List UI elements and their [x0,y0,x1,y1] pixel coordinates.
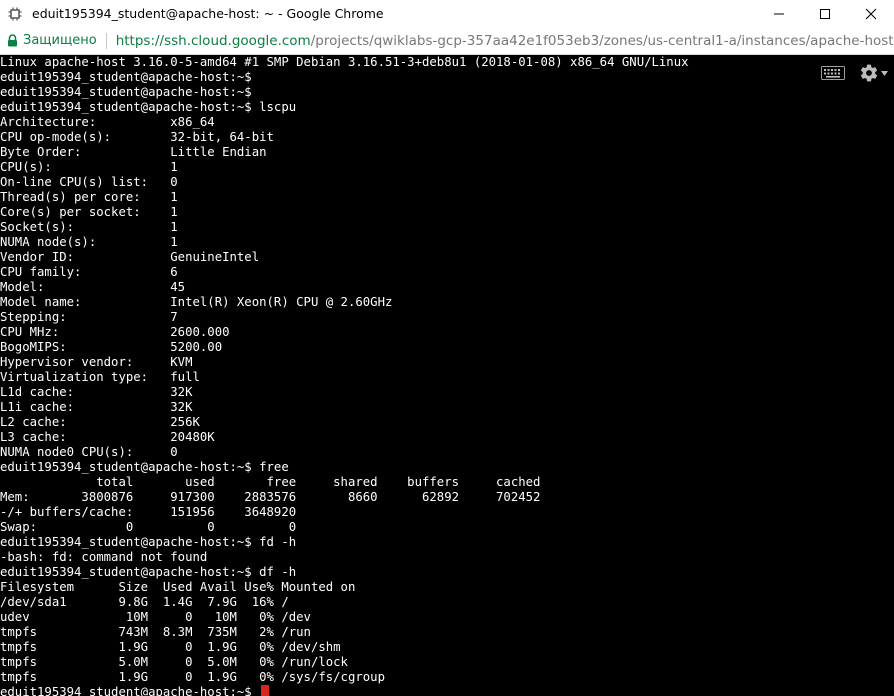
terminal-line: Hypervisor vendor: KVM [0,355,193,369]
url-field[interactable]: https://ssh.cloud.google.com/projects/qw… [116,33,894,49]
terminal-line: Stepping: 7 [0,310,178,324]
terminal-line: Linux apache-host 3.16.0-5-amd64 #1 SMP … [0,55,689,69]
terminal-line: On-line CPU(s) list: 0 [0,175,178,189]
address-separator [105,32,107,49]
terminal-line: L2 cache: 256K [0,415,200,429]
terminal-line: L1i cache: 32K [0,400,193,414]
terminal-line: tmpfs 1.9G 0 1.9G 0% /sys/fs/cgroup [0,670,385,684]
gear-icon[interactable] [859,63,879,83]
terminal-line: Thread(s) per core: 1 [0,190,178,204]
window-controls [756,0,894,27]
terminal-line: Architecture: x86_64 [0,115,215,129]
terminal-line: Core(s) per socket: 1 [0,205,178,219]
maximize-icon [820,8,830,19]
terminal-window[interactable]: Linux apache-host 3.16.0-5-amd64 #1 SMP … [0,55,894,696]
terminal-line: Byte Order: Little Endian [0,145,267,159]
chevron-down-icon[interactable] [881,70,888,76]
terminal-line: Vendor ID: GenuineIntel [0,250,260,264]
terminal-line: tmpfs 1.9G 0 1.9G 0% /dev/shm [0,640,341,654]
url-scheme: https:// [115,32,165,49]
keyboard-icon[interactable] [821,66,845,80]
minimize-icon [774,13,784,14]
terminal-line: Socket(s): 1 [0,220,178,234]
terminal-line: CPU(s): 1 [0,160,178,174]
terminal-line: NUMA node0 CPU(s): 0 [0,445,178,459]
terminal-line: eduit195394_student@apache-host:~$ fd -h [0,535,297,549]
terminal-line: eduit195394_student@apache-host:~$ [0,70,252,84]
window-titlebar: eduit195394_student@apache-host: ~ - Goo… [0,0,894,27]
terminal-line: -/+ buffers/cache: 151956 3648920 [0,505,297,519]
terminal-line: tmpfs 743M 8.3M 735M 2% /run [0,625,311,639]
terminal-line: eduit195394_student@apache-host:~$ free [0,460,289,474]
terminal-prompt: eduit195394_student@apache-host:~$ [0,685,260,696]
terminal-line: udev 10M 0 10M 0% /dev [0,610,311,624]
terminal-line: Model: 45 [0,280,186,294]
maximize-button[interactable] [802,0,848,27]
terminal-line: BogoMIPS: 5200.00 [0,340,223,354]
url-host: ssh.cloud.google.com [164,32,311,49]
terminal-line: CPU family: 6 [0,265,178,279]
terminal-line: NUMA node(s): 1 [0,235,178,249]
terminal-line: tmpfs 5.0M 0 5.0M 0% /run/lock [0,655,348,669]
terminal-line: -bash: fd: command not found [0,550,208,564]
terminal-prompt-line[interactable]: eduit195394_student@apache-host:~$ [0,685,689,696]
terminal-line: Virtualization type: full [0,370,200,384]
terminal-line: eduit195394_student@apache-host:~$ df -h [0,565,297,579]
terminal-line: Mem: 3800876 917300 2883576 8660 62892 7… [0,490,541,504]
terminal-line: Model name: Intel(R) Xeon(R) CPU @ 2.60G… [0,295,393,309]
window-title: eduit195394_student@apache-host: ~ - Goo… [32,6,384,21]
terminal-line: Filesystem Size Used Avail Use% Mounted … [0,580,356,594]
terminal-line: L1d cache: 32K [0,385,193,399]
terminal-line: Swap: 0 0 0 [0,520,297,534]
terminal-line: total used free shared buffers cached [0,475,541,489]
url-path: /projects/qwiklabs-gcp-357aa42e1f053eb3/… [310,32,894,49]
terminal-line: eduit195394_student@apache-host:~$ [0,85,252,99]
terminal-cursor [261,685,270,696]
terminal-output: Linux apache-host 3.16.0-5-amd64 #1 SMP … [0,55,689,696]
terminal-line: eduit195394_student@apache-host:~$ lscpu [0,100,297,114]
terminal-line: /dev/sda1 9.8G 1.4G 7.9G 16% / [0,595,289,609]
minimize-button[interactable] [756,0,802,27]
terminal-line: L3 cache: 20480K [0,430,215,444]
lock-icon[interactable] [6,34,18,48]
close-button[interactable] [848,0,894,27]
ssh-terminal-icon [6,5,24,23]
terminal-toolbar [821,63,888,83]
close-icon [865,8,877,19]
secure-label[interactable]: Защищено [23,33,97,48]
terminal-line: CPU op-mode(s): 32-bit, 64-bit [0,130,274,144]
terminal-line: CPU MHz: 2600.000 [0,325,230,339]
address-bar[interactable]: Защищено https://ssh.cloud.google.com/pr… [0,27,894,55]
